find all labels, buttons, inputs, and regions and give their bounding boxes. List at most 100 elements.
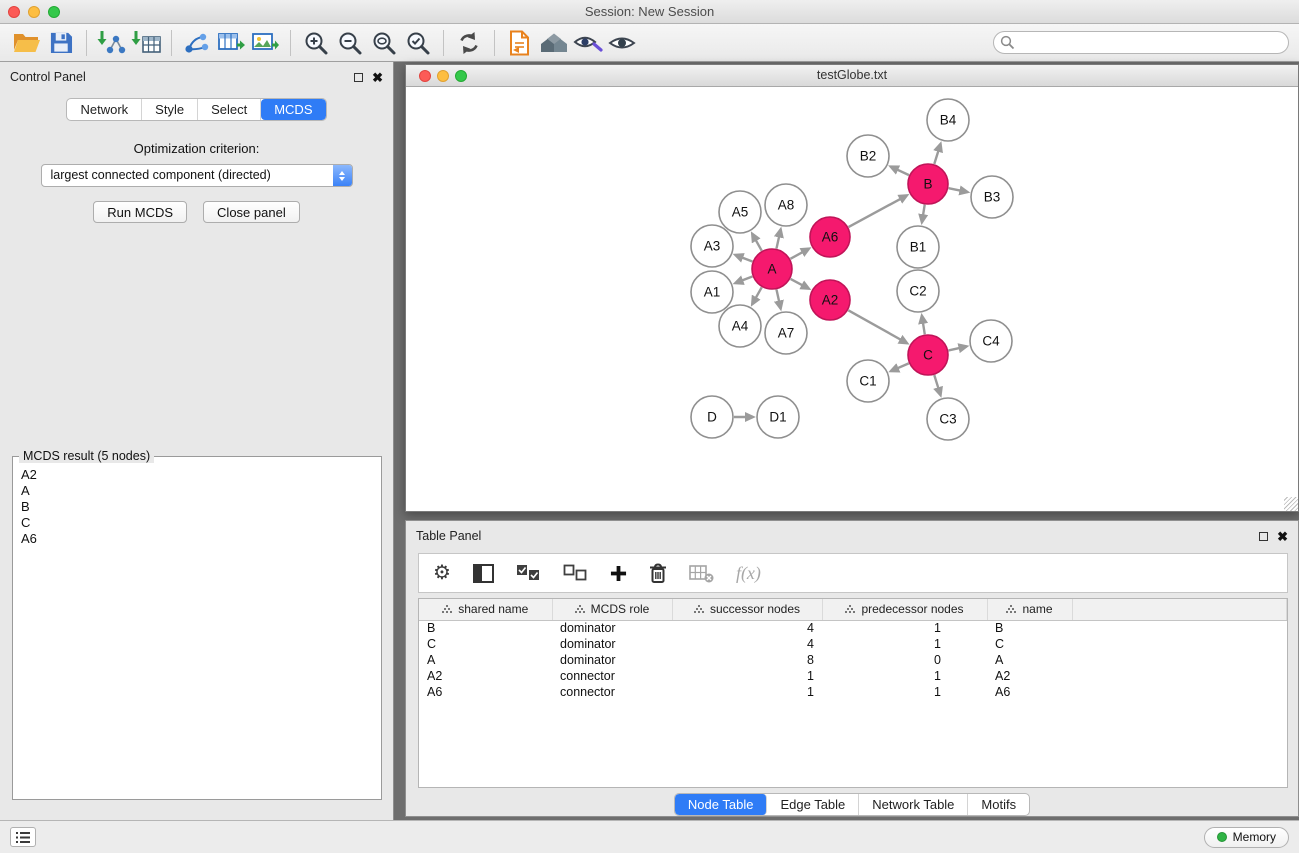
table-row[interactable]: Cdominator 41 C [419,636,1287,652]
graph-edge-A-A6[interactable] [790,249,809,259]
column-header-name[interactable]: name [987,599,1072,620]
tab-edge-table[interactable]: Edge Table [767,794,859,815]
table-row[interactable]: A6connector 11 A6 [419,684,1287,700]
function-builder-icon[interactable]: f(x) [736,563,761,584]
graph-node-A2[interactable]: A2 [810,280,850,320]
graph-edge-A-A1[interactable] [735,277,752,284]
graph-edge-A-A3[interactable] [735,255,752,262]
graph-node-B2[interactable]: B2 [847,135,889,177]
graph-edge-A-A2[interactable] [791,279,809,289]
graph-node-B[interactable]: B [908,164,948,204]
home-icon[interactable] [537,27,571,59]
graph-edge-C-C2[interactable] [922,316,925,335]
graph-node-D1[interactable]: D1 [757,396,799,438]
criterion-dropdown[interactable]: largest connected component (directed) [41,164,353,187]
graph-node-A7[interactable]: A7 [765,312,807,354]
list-item[interactable]: B [21,499,373,515]
select-all-columns-icon[interactable] [516,564,541,582]
graph-node-C3[interactable]: C3 [927,398,969,440]
column-header-shared-name[interactable]: shared name [419,599,552,620]
graph-node-B4[interactable]: B4 [927,99,969,141]
list-item[interactable]: A [21,483,373,499]
vizmap-eye-icon[interactable] [571,27,605,59]
gear-icon[interactable]: ⚙ [433,563,451,583]
graph-node-C[interactable]: C [908,335,948,375]
open-session-icon[interactable] [10,27,44,59]
tab-network[interactable]: Network [67,99,142,120]
tab-node-table[interactable]: Node Table [675,794,768,815]
graph-node-A4[interactable]: A4 [719,305,761,347]
table-row[interactable]: Bdominator 41 B [419,620,1287,636]
graph-node-A1[interactable]: A1 [691,271,733,313]
delete-table-icon[interactable] [689,564,714,583]
graph-edge-B-B2[interactable] [891,167,909,176]
svg-text:B4: B4 [940,113,957,128]
graph-node-C2[interactable]: C2 [897,270,939,312]
close-panel-button[interactable]: Close panel [203,201,300,223]
table-row[interactable]: A2connector 11 A2 [419,668,1287,684]
graph-edge-A-A8[interactable] [776,229,780,248]
graph-node-A3[interactable]: A3 [691,225,733,267]
graph-node-D[interactable]: D [691,396,733,438]
delete-column-icon[interactable] [649,563,667,583]
add-column-icon[interactable] [610,565,627,582]
task-history-icon[interactable] [10,827,36,847]
column-header-predecessor-nodes[interactable]: predecessor nodes [822,599,987,620]
graph-edge-B-B1[interactable] [922,205,925,223]
refresh-icon[interactable] [452,27,486,59]
tab-style[interactable]: Style [142,99,198,120]
graph-edge-A2-C[interactable] [848,310,907,343]
graph-node-C1[interactable]: C1 [847,360,889,402]
column-settings-icon[interactable] [473,564,494,583]
graph-edge-A6-B[interactable] [848,195,906,227]
export-table-icon[interactable] [214,27,248,59]
graph-edge-A-A7[interactable] [776,290,780,309]
close-panel-icon[interactable]: ✖ [372,71,383,84]
float-panel-icon[interactable] [354,73,363,82]
graph-edge-C-C4[interactable] [948,346,966,350]
import-table-icon[interactable] [129,27,163,59]
tab-mcds[interactable]: MCDS [261,99,325,120]
column-header-mcds-role[interactable]: MCDS role [552,599,672,620]
zoom-selected-icon[interactable] [401,27,435,59]
zoom-in-icon[interactable] [299,27,333,59]
list-item[interactable]: A6 [21,531,373,547]
zoom-out-icon[interactable] [333,27,367,59]
graph-node-B1[interactable]: B1 [897,226,939,268]
graph-edge-A-A5[interactable] [752,234,761,251]
deselect-all-columns-icon[interactable] [563,564,588,582]
graph-node-C4[interactable]: C4 [970,320,1012,362]
graph-edge-A-A4[interactable] [752,287,761,304]
graph-node-B3[interactable]: B3 [971,176,1013,218]
graph-node-A5[interactable]: A5 [719,191,761,233]
search-input[interactable] [993,31,1289,54]
memory-button[interactable]: Memory [1204,827,1289,848]
graph-edge-B-B4[interactable] [934,144,940,164]
graph-node-A[interactable]: A [752,249,792,289]
tab-network-table[interactable]: Network Table [859,794,968,815]
eye-icon[interactable] [605,27,639,59]
save-session-icon[interactable] [44,27,78,59]
graph-edge-B-B3[interactable] [949,188,968,192]
new-network-from-selection-icon[interactable] [180,27,214,59]
graph-node-A8[interactable]: A8 [765,184,807,226]
export-image-icon[interactable] [248,27,282,59]
graph-edge-C-C1[interactable] [891,363,909,371]
close-table-panel-icon[interactable]: ✖ [1277,530,1288,543]
zoom-fit-icon[interactable] [367,27,401,59]
tab-select[interactable]: Select [198,99,261,120]
import-network-icon[interactable] [95,27,129,59]
float-table-panel-icon[interactable] [1259,532,1268,541]
graph-edge-C-C3[interactable] [934,375,940,395]
graph-node-A6[interactable]: A6 [810,217,850,257]
column-sort-icon [1006,605,1017,614]
run-mcds-button[interactable]: Run MCDS [93,201,187,223]
window-resize-grip[interactable] [1284,497,1298,511]
column-header-successor-nodes[interactable]: successor nodes [672,599,822,620]
table-row[interactable]: Adominator 80 A [419,652,1287,668]
network-canvas[interactable]: B4 B2 B B3 A8A5 A6 A3 B1 A A1 C2 A2 A4A7 C4 C C1 C3 D D1 [406,87,1298,511]
list-item[interactable]: C [21,515,373,531]
tab-motifs[interactable]: Motifs [968,794,1029,815]
manual-document-icon[interactable] [503,27,537,59]
list-item[interactable]: A2 [21,467,373,483]
